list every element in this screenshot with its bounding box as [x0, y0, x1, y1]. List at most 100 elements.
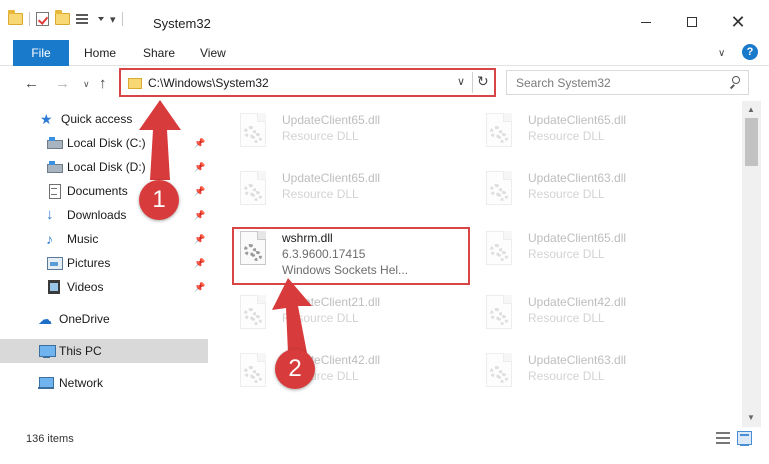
- download-icon: ↓: [46, 206, 54, 223]
- properties-check-icon[interactable]: [36, 12, 49, 26]
- maximize-button[interactable]: [669, 8, 715, 36]
- dll-file-icon: [236, 171, 270, 211]
- close-icon: ✕: [730, 11, 746, 32]
- close-button[interactable]: ✕: [715, 8, 761, 36]
- file-description: Resource DLL: [528, 187, 605, 201]
- search-icon: [728, 76, 740, 89]
- file-name: UpdateClient63.dll: [528, 353, 627, 367]
- music-icon: ♪: [46, 231, 53, 247]
- file-description: Resource DLL: [528, 129, 605, 143]
- sidebar-item-local-disk-d[interactable]: Local Disk (D:) 📌: [0, 155, 208, 179]
- file-tile[interactable]: UpdateClient42.dll Resource DLL: [460, 287, 700, 343]
- pin-icon[interactable]: 📌: [194, 162, 205, 173]
- sidebar-item-onedrive[interactable]: ☁ OneDrive: [0, 307, 208, 331]
- dll-file-icon: [482, 171, 516, 211]
- folder-icon: [128, 78, 142, 89]
- address-dropdown-icon[interactable]: ∨: [457, 75, 465, 88]
- file-tile[interactable]: UpdateClient65.dll Resource DLL: [460, 223, 700, 279]
- sidebar-item-pictures[interactable]: Pictures 📌: [0, 251, 208, 275]
- status-bar: 136 items: [0, 427, 769, 464]
- details-view-icon[interactable]: [716, 432, 730, 444]
- sidebar-item-network[interactable]: Network: [0, 371, 208, 395]
- file-name: UpdateClient65.dll: [282, 113, 381, 127]
- sidebar-item-label: Local Disk (D:): [67, 160, 146, 174]
- scroll-down-icon[interactable]: ▼: [747, 413, 755, 422]
- file-tile[interactable]: UpdateClient42.dll Resource DLL: [214, 345, 454, 401]
- document-icon: [46, 184, 62, 199]
- navigation-bar: ← → ∨ ↑ C:\Windows\System32 ∨ ↻ Search S…: [0, 67, 769, 101]
- expand-ribbon-icon[interactable]: ∨: [718, 48, 725, 59]
- sidebar-item-label: Documents: [67, 184, 128, 198]
- scrollbar-thumb[interactable]: [745, 118, 758, 166]
- file-description: Resource DLL: [282, 311, 359, 325]
- dll-file-icon: [482, 295, 516, 335]
- file-tile[interactable]: UpdateClient65.dll Resource DLL: [214, 105, 454, 161]
- file-description: Resource DLL: [528, 311, 605, 325]
- tab-share[interactable]: Share: [143, 46, 175, 60]
- dll-file-icon: [482, 231, 516, 271]
- sidebar-item-local-disk-c[interactable]: Local Disk (C:) 📌: [0, 131, 208, 155]
- sidebar-item-label: Pictures: [67, 256, 111, 270]
- step-badge-2: 2: [275, 349, 315, 389]
- pin-icon[interactable]: 📌: [194, 186, 205, 197]
- scroll-up-icon[interactable]: ▲: [747, 105, 755, 114]
- drive-icon: [46, 161, 63, 173]
- file-name: UpdateClient63.dll: [528, 171, 627, 185]
- tiles-view-icon[interactable]: [737, 431, 752, 446]
- pin-icon[interactable]: 📌: [194, 258, 205, 269]
- new-folder-icon[interactable]: [55, 10, 70, 25]
- forward-arrow-icon[interactable]: →: [55, 75, 70, 92]
- file-description: Resource DLL: [528, 369, 605, 383]
- customize-toolbar-icon[interactable]: ▾: [110, 13, 116, 26]
- file-name: UpdateClient65.dll: [528, 113, 627, 127]
- navigation-pane: ★ Quick access Local Disk (C:) 📌 Local D…: [0, 101, 208, 427]
- file-tile[interactable]: UpdateClient63.dll Resource DLL: [460, 163, 700, 219]
- pin-icon[interactable]: 📌: [194, 138, 205, 149]
- up-arrow-icon[interactable]: ↑: [99, 75, 107, 92]
- pin-icon[interactable]: 📌: [194, 234, 205, 245]
- dll-file-icon: [236, 295, 270, 335]
- highlight-box-wshrm: [232, 227, 470, 285]
- back-arrow-icon[interactable]: ←: [24, 75, 39, 92]
- file-description: Resource DLL: [528, 247, 605, 261]
- file-tile[interactable]: UpdateClient63.dll Resource DLL: [460, 345, 700, 401]
- vertical-scrollbar[interactable]: ▲ ▼: [742, 101, 761, 427]
- quick-access-toolbar: ▾: [8, 10, 123, 26]
- rename-list-icon[interactable]: [76, 13, 92, 26]
- qat-dropdown-icon[interactable]: [98, 17, 104, 21]
- sidebar-item-music[interactable]: ♪ Music 📌: [0, 227, 208, 251]
- file-tile[interactable]: UpdateClient21.dll Resource DLL: [214, 287, 454, 343]
- file-name: UpdateClient21.dll: [282, 295, 381, 309]
- sidebar-item-label: Videos: [67, 280, 104, 294]
- recent-locations-icon[interactable]: ∨: [83, 79, 90, 90]
- tab-file[interactable]: File: [13, 40, 69, 66]
- dll-file-icon: [482, 113, 516, 153]
- sidebar-item-videos[interactable]: Videos 📌: [0, 275, 208, 299]
- title-bar: ▾ System32 ✕: [0, 0, 769, 40]
- sidebar-item-label: OneDrive: [59, 312, 110, 326]
- help-icon[interactable]: ?: [742, 44, 758, 60]
- network-icon: [38, 376, 54, 390]
- search-input[interactable]: Search System32: [516, 76, 611, 90]
- pin-icon[interactable]: 📌: [194, 282, 205, 293]
- video-icon: [46, 280, 62, 294]
- tab-home[interactable]: Home: [84, 46, 116, 60]
- file-tile[interactable]: UpdateClient65.dll Resource DLL: [214, 163, 454, 219]
- sidebar-item-label: Local Disk (C:): [67, 136, 146, 150]
- address-path[interactable]: C:\Windows\System32: [148, 76, 269, 90]
- dll-file-icon: [236, 113, 270, 153]
- address-bar[interactable]: C:\Windows\System32 ∨ ↻: [119, 68, 496, 97]
- pictures-icon: [46, 256, 63, 270]
- sidebar-item-quick-access[interactable]: ★ Quick access: [0, 107, 208, 131]
- pin-icon[interactable]: 📌: [194, 210, 205, 221]
- refresh-icon[interactable]: ↻: [477, 73, 489, 90]
- file-tile[interactable]: UpdateClient65.dll Resource DLL: [460, 105, 700, 161]
- sidebar-item-label: Music: [67, 232, 99, 246]
- search-box[interactable]: Search System32: [506, 70, 749, 95]
- ribbon-tabs: File Home Share View ∨ ?: [0, 40, 769, 66]
- item-count: 136 items: [26, 433, 74, 445]
- minimize-button[interactable]: [623, 8, 669, 36]
- tab-view[interactable]: View: [200, 46, 226, 60]
- sidebar-item-label: Network: [59, 376, 104, 390]
- sidebar-item-this-pc[interactable]: This PC: [0, 339, 208, 363]
